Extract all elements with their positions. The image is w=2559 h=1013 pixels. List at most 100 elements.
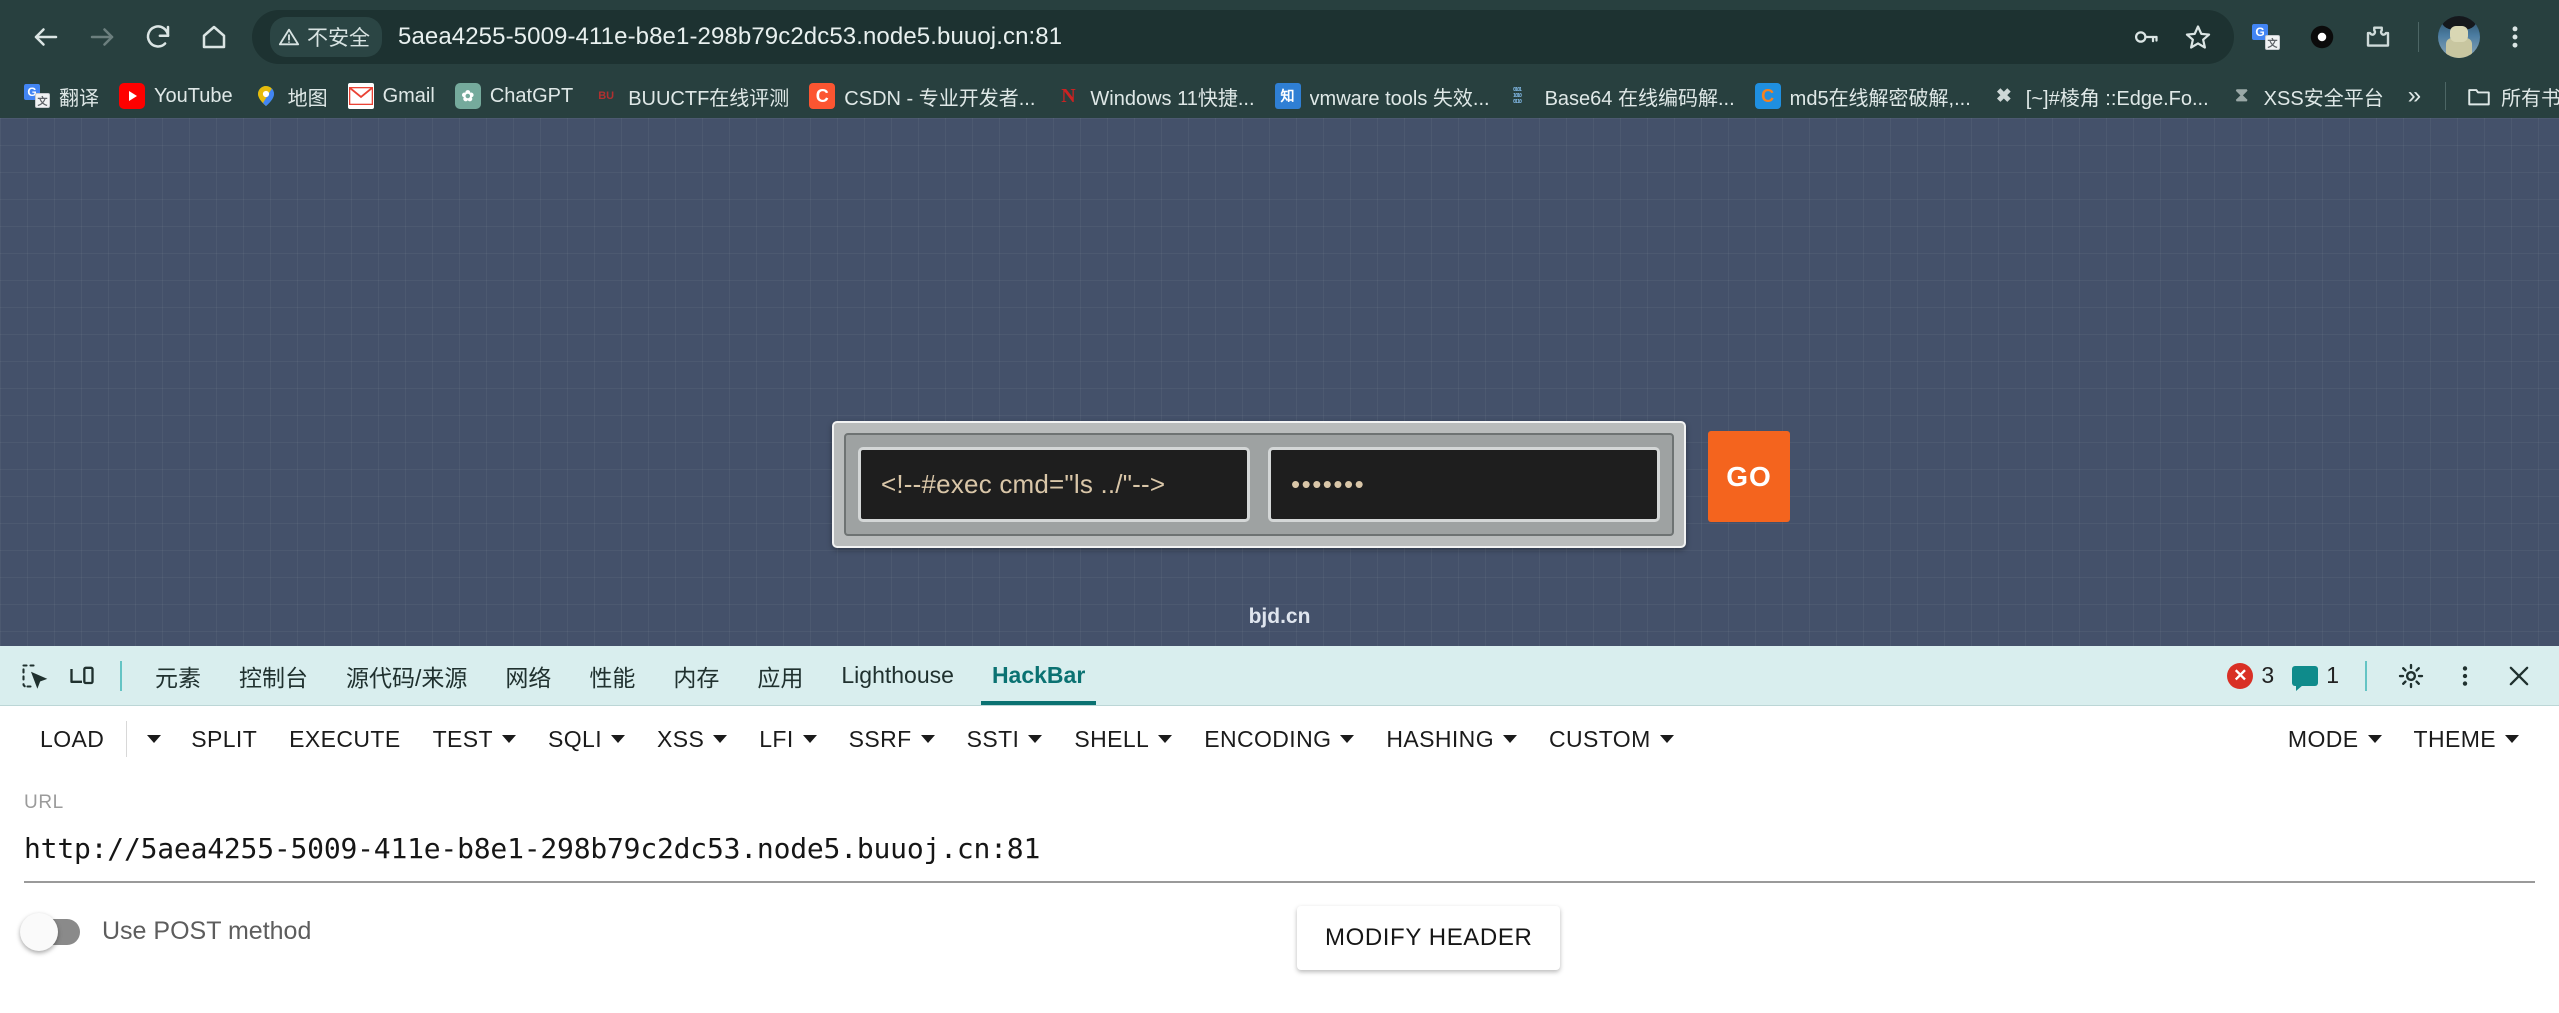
devtools-status-divider [2365,660,2367,691]
toggle-device-toolbar-button[interactable] [58,662,106,690]
xss-icon: ⧗ [2235,85,2249,106]
chrome-menu-button[interactable] [2489,11,2541,63]
username-field[interactable]: <!--#exec cmd="ls ../"--> [858,447,1250,522]
hackbar-load-button[interactable]: LOAD [24,720,120,759]
bookmark-label: BUUCTF在线评测 [628,87,790,110]
svg-text:0110: 0110 [1513,99,1522,105]
bookmarks-overflow-button[interactable]: » [2394,78,2435,114]
extension-dark-circle-button[interactable] [2296,11,2348,63]
chatgpt-icon: ✿ [454,83,481,109]
hackbar-url-input[interactable]: http://5aea4255-5009-411e-b8e1-298b79c2d… [24,814,2535,881]
tab-network[interactable]: 网络 [486,646,570,705]
password-value: ••••••• [1291,469,1366,499]
key-icon [2134,31,2158,43]
security-badge[interactable]: 不安全 [270,17,382,57]
chevron-down-icon [1158,735,1173,743]
hackbar-hashing-label: HASHING [1386,725,1494,752]
hackbar-mode-menu[interactable]: MODE [2272,720,2398,759]
gmail-icon [347,83,374,109]
hackbar-shell-menu[interactable]: SHELL [1058,720,1188,759]
browser-toolbar: 不安全 5aea4255-5009-411e-b8e1-298b79c2dc53… [0,0,2559,74]
hackbar-ssti-label: SSTI [966,725,1020,752]
devtools-settings-button[interactable] [2387,652,2435,700]
hackbar-ssti-menu[interactable]: SSTI [951,720,1059,759]
error-count[interactable]: ✕ 3 [2221,662,2280,689]
back-arrow-icon [34,28,58,46]
devtools-tabbar: 元素 控制台 源代码/来源 网络 性能 内存 应用 Lighthouse Hac… [0,646,2559,706]
hackbar-hashing-menu[interactable]: HASHING [1370,720,1533,759]
google-translate-icon: G文 [24,83,50,109]
bookmark-item[interactable]: 知 vmware tools 失效... [1265,77,1500,116]
go-button[interactable]: GO [1708,431,1790,522]
hackbar-custom-label: CUSTOM [1548,725,1651,752]
devtools-close-button[interactable] [2495,652,2543,700]
bookmark-star-button[interactable] [2172,11,2224,63]
home-button[interactable] [186,9,242,65]
address-bar[interactable]: 不安全 5aea4255-5009-411e-b8e1-298b79c2dc53… [252,10,2234,64]
hackbar-encoding-menu[interactable]: ENCODING [1188,720,1370,759]
tab-console[interactable]: 控制台 [220,646,327,705]
warning-triangle-icon [278,28,300,46]
hackbar-load-dropdown[interactable] [133,729,175,749]
hackbar-test-menu[interactable]: TEST [417,720,532,759]
csdn-icon: C [809,83,836,109]
close-icon [2509,666,2529,685]
edge-forum-icon: ✖ [1995,85,2012,107]
bookmark-item[interactable]: 0101 1010 0110 Base64 在线编码解... [1500,77,1745,116]
modify-header-button[interactable]: MODIFY HEADER [1297,906,1561,970]
windows-icon: N [1061,84,1076,107]
hackbar-xss-menu[interactable]: XSS [641,720,743,759]
hackbar-split-button[interactable]: SPLIT [175,720,273,759]
profile-button[interactable] [2433,11,2485,63]
tab-performance[interactable]: 性能 [570,646,654,705]
bookmark-label: md5在线解密破解,... [1789,87,1971,110]
hackbar-execute-button[interactable]: EXECUTE [273,720,416,759]
extensions-button[interactable] [2352,11,2404,63]
reload-button[interactable] [130,9,186,65]
hackbar-sqli-menu[interactable]: SQLI [532,720,641,759]
bookmark-item[interactable]: BU BUUCTF在线评测 [583,77,799,116]
bookmark-item[interactable]: N Windows 11快捷... [1045,77,1264,116]
bookmark-item[interactable]: C md5在线解密破解,... [1745,77,1981,116]
hackbar-theme-menu[interactable]: THEME [2398,720,2536,759]
bookmark-label: ChatGPT [489,84,574,107]
hackbar-custom-menu[interactable]: CUSTOM [1533,720,1690,759]
inspect-element-button[interactable] [10,662,58,690]
address-bar-url[interactable]: 5aea4255-5009-411e-b8e1-298b79c2dc53.nod… [398,23,1062,51]
password-manager-button[interactable] [2120,11,2172,63]
tab-elements[interactable]: 元素 [136,646,220,705]
bookmark-item[interactable]: ✖ [~]#棱角 ::Edge.Fo... [1981,77,2219,116]
all-bookmarks-button[interactable]: 所有书签 [2456,77,2559,116]
google-translate-button[interactable]: G文 [2240,11,2292,63]
hackbar-lfi-menu[interactable]: LFI [743,720,832,759]
bookmark-item[interactable]: YouTube [109,78,243,114]
bookmark-item[interactable]: C CSDN - 专业开发者... [799,77,1045,116]
bookmark-item[interactable]: ✿ ChatGPT [445,78,583,114]
bookmark-item[interactable]: 地图 [243,77,338,116]
tab-sources[interactable]: 源代码/来源 [327,646,486,705]
toggle-knob [20,912,58,951]
bookmark-item[interactable]: G文 翻译 [14,77,109,116]
avatar [2438,16,2480,58]
devtools-more-button[interactable] [2441,652,2489,700]
tab-hackbar[interactable]: HackBar [973,646,1104,705]
forward-button[interactable] [74,9,130,65]
chevron-down-icon [1502,735,1517,743]
tab-application[interactable]: 应用 [738,646,822,705]
post-method-toggle-row[interactable]: Use POST method [20,912,311,951]
hackbar-split-label: SPLIT [191,725,258,752]
hackbar-ssrf-menu[interactable]: SSRF [833,720,951,759]
bookmark-item[interactable]: ⧗ XSS安全平台 [2219,77,2394,116]
tab-lighthouse[interactable]: Lighthouse [822,646,973,705]
message-count[interactable]: 1 [2286,662,2345,691]
envelope-icon [348,87,373,105]
hackbar-bottom-row: Use POST method MODIFY HEADER [0,883,2559,970]
post-method-toggle[interactable] [20,912,80,951]
back-button[interactable] [18,9,74,65]
tab-memory[interactable]: 内存 [654,646,738,705]
chevron-down-icon [2367,735,2382,743]
hackbar-encoding-label: ENCODING [1204,725,1332,752]
puzzle-piece-icon [2366,26,2390,47]
bookmark-item[interactable]: Gmail [338,78,445,114]
password-field[interactable]: ••••••• [1268,447,1660,522]
